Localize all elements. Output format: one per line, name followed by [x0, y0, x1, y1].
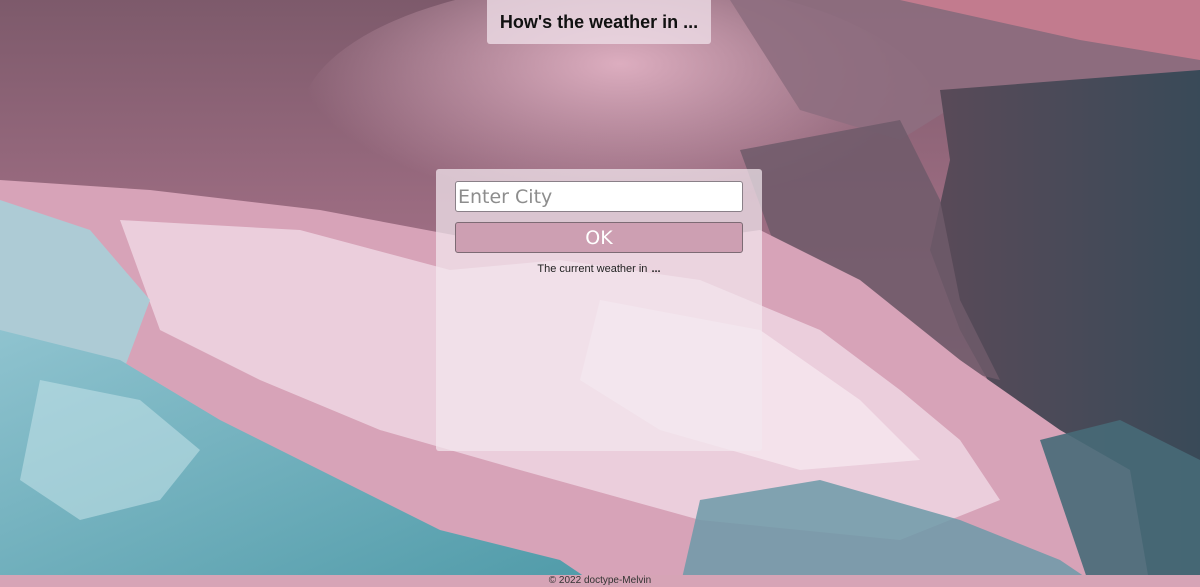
weather-card: OK The current weather in...	[436, 169, 762, 451]
weather-result: The current weather in...	[436, 263, 762, 275]
weather-result-city: ...	[651, 263, 661, 275]
page-title: How's the weather in ...	[499, 11, 699, 32]
footer-copyright: © 2022 doctype-Melvin	[548, 575, 652, 586]
footer: © 2022 doctype-Melvin	[0, 575, 1200, 587]
city-search-input[interactable]	[455, 181, 743, 212]
header-banner: How's the weather in ...	[487, 0, 711, 44]
weather-result-prefix: The current weather in	[537, 263, 648, 275]
ok-button[interactable]: OK	[455, 222, 743, 253]
